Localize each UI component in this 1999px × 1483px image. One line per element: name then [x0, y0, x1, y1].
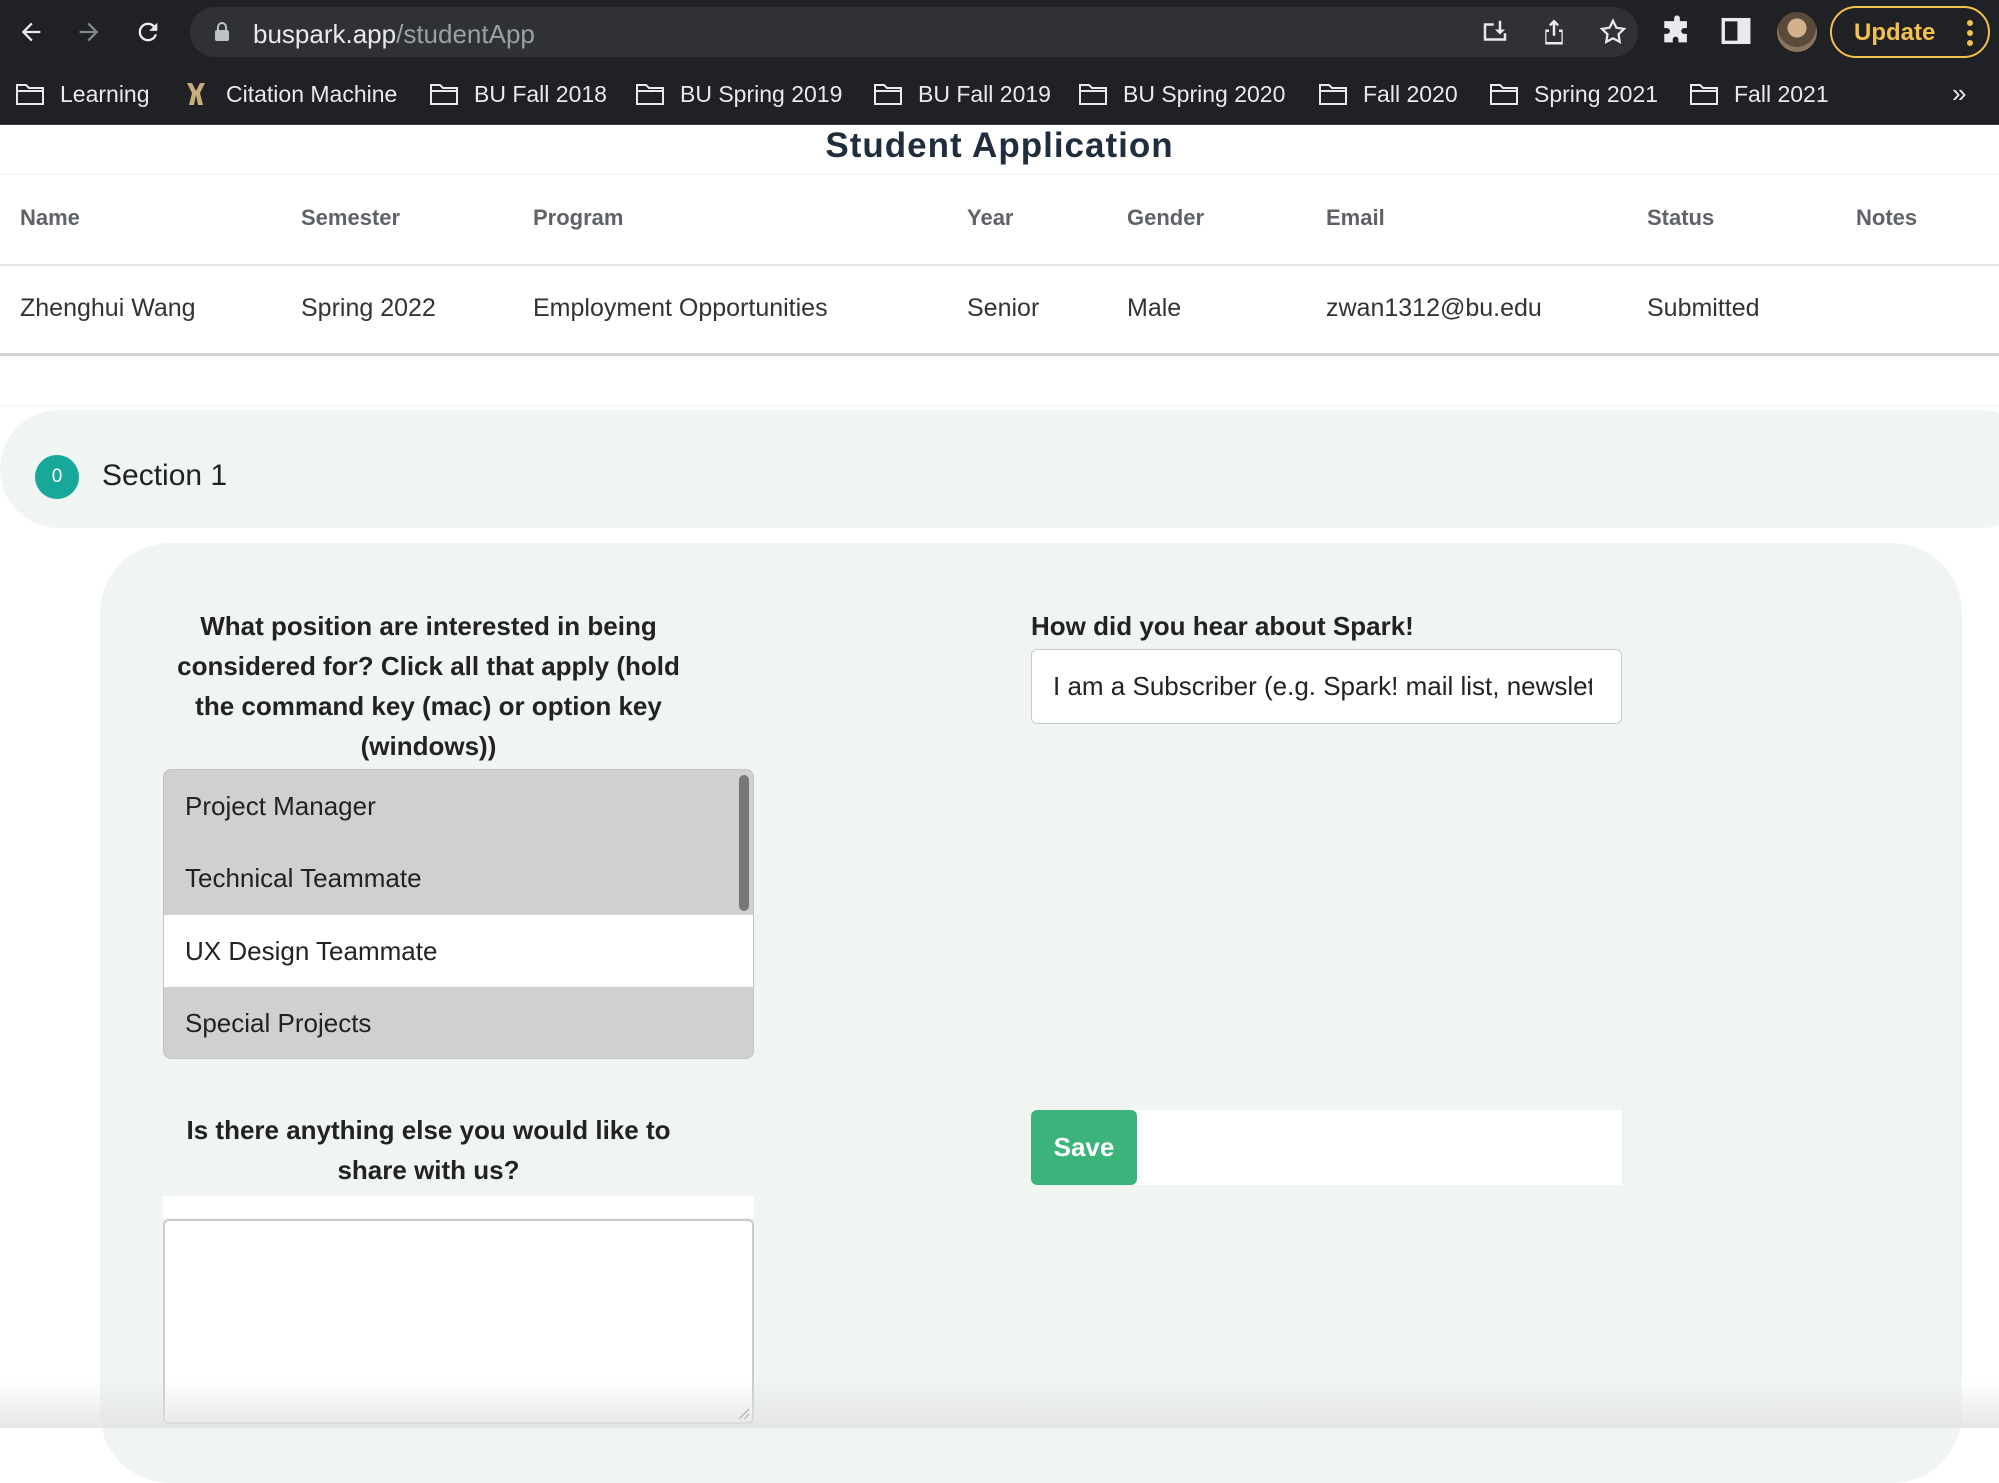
- section-number-badge: 0: [35, 455, 79, 499]
- menu-dots-icon: [1967, 20, 1973, 46]
- lock-icon: [215, 22, 229, 41]
- section-title: Section 1: [102, 459, 228, 492]
- column-header-semester: Semester: [301, 205, 401, 230]
- option-project-manager[interactable]: Project Manager: [164, 770, 753, 842]
- column-header-name: Name: [20, 205, 80, 230]
- option-ux-design-teammate[interactable]: UX Design Teammate: [164, 915, 753, 987]
- url-text: buspark.app/studentApp: [253, 19, 535, 49]
- folder-icon: [430, 84, 458, 105]
- hear-question-label: How did you hear about Spark!: [1031, 611, 1414, 641]
- cell-year: Senior: [967, 294, 1040, 322]
- cell-gender: Male: [1127, 294, 1182, 322]
- bookmark-fall-2020[interactable]: Fall 2020: [1318, 78, 1458, 110]
- table-spacer: [0, 356, 1999, 406]
- section-header[interactable]: [0, 410, 1999, 528]
- share-icon[interactable]: [1539, 17, 1569, 47]
- column-header-program: Program: [533, 205, 624, 230]
- browser-toolbar: buspark.app/studentApp Update: [0, 0, 1999, 64]
- citation-machine-logo-icon: [187, 83, 205, 105]
- column-header-email: Email: [1326, 205, 1385, 230]
- option-technical-teammate[interactable]: Technical Teammate: [164, 842, 753, 914]
- hear-about-field[interactable]: [1031, 649, 1622, 724]
- extensions-puzzle-icon[interactable]: [1660, 14, 1694, 48]
- bottom-fade: [0, 1380, 1999, 1428]
- profile-avatar[interactable]: [1777, 12, 1817, 52]
- page-title: Student Application: [825, 126, 1174, 165]
- install-app-icon[interactable]: [1480, 17, 1510, 47]
- cell-program: Employment Opportunities: [533, 294, 828, 322]
- folder-icon: [16, 84, 44, 105]
- bookmark-star-icon[interactable]: [1598, 17, 1628, 47]
- bookmark-fall-2021[interactable]: Fall 2021: [1689, 78, 1829, 110]
- back-arrow-icon[interactable]: [11, 12, 51, 52]
- cell-name: Zhenghui Wang: [20, 294, 196, 322]
- cell-email: zwan1312@bu.edu: [1326, 294, 1542, 322]
- folder-icon: [636, 84, 664, 105]
- address-bar[interactable]: buspark.app/studentApp: [190, 7, 1638, 57]
- side-panel-icon[interactable]: [1719, 14, 1753, 48]
- table-top-divider: [0, 174, 1999, 175]
- column-header-year: Year: [967, 205, 1014, 230]
- column-header-notes: Notes: [1856, 205, 1918, 230]
- else-question-label: Is there anything else you would like to…: [186, 1115, 671, 1185]
- table-header-divider: [0, 264, 1999, 266]
- cell-status: Submitted: [1647, 294, 1760, 322]
- folder-icon: [874, 84, 902, 105]
- hear-about-input[interactable]: [1032, 650, 1592, 723]
- folder-icon: [1079, 84, 1107, 105]
- textarea-top-band: [163, 1196, 754, 1218]
- bookmark-citation-machine[interactable]: Citation Machine: [181, 78, 397, 110]
- bookmark-bu-spring-2020[interactable]: BU Spring 2020: [1078, 78, 1285, 110]
- position-question-label: What position are interested in being co…: [177, 611, 680, 761]
- column-header-gender: Gender: [1127, 205, 1205, 230]
- folder-icon: [1690, 84, 1718, 105]
- bookmark-bu-fall-2018[interactable]: BU Fall 2018: [429, 78, 607, 110]
- cell-semester: Spring 2022: [301, 294, 436, 322]
- bookmark-bu-spring-2019[interactable]: BU Spring 2019: [635, 78, 842, 110]
- forward-arrow-icon[interactable]: [69, 12, 109, 52]
- more-bookmarks-chevron-icon[interactable]: »: [1952, 78, 1966, 109]
- bookmark-spring-2021[interactable]: Spring 2021: [1489, 78, 1658, 110]
- save-button[interactable]: Save: [1031, 1110, 1137, 1185]
- column-header-status: Status: [1647, 205, 1715, 230]
- option-special-projects[interactable]: Special Projects: [164, 987, 753, 1058]
- bookmark-learning[interactable]: Learning: [15, 78, 150, 110]
- listbox-scrollbar[interactable]: [739, 775, 749, 911]
- update-button[interactable]: Update: [1830, 6, 1990, 58]
- reload-icon[interactable]: [128, 12, 168, 52]
- folder-icon: [1490, 84, 1518, 105]
- folder-icon: [1319, 84, 1347, 105]
- bookmark-bu-fall-2019[interactable]: BU Fall 2019: [873, 78, 1051, 110]
- bookmarks-bar: Learning Citation Machine BU Fall 2018 B…: [0, 64, 1999, 125]
- position-multiselect[interactable]: Project Manager Technical Teammate UX De…: [163, 769, 754, 1059]
